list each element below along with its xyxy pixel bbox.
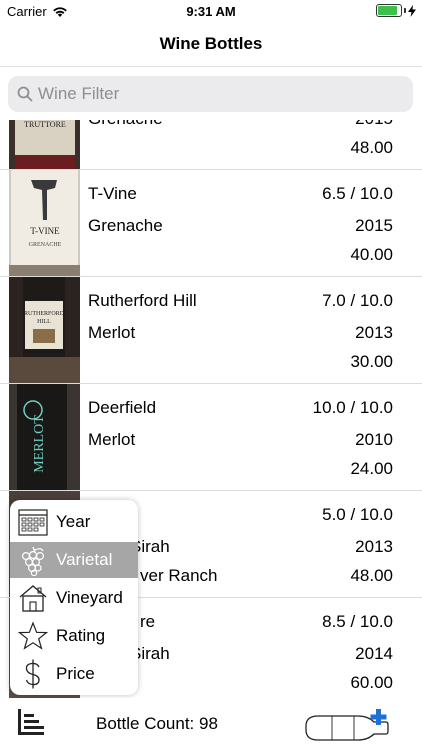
wine-price: 48.00 xyxy=(350,138,393,157)
svg-text:TRUTTORE: TRUTTORE xyxy=(24,120,66,129)
sort-option-price[interactable]: Price xyxy=(10,656,138,692)
sort-icon xyxy=(18,709,44,735)
wine-year: 2013 xyxy=(355,323,393,342)
svg-text:RUTHERFORD: RUTHERFORD xyxy=(24,311,65,317)
wine-rating: 10.0 / 10.0 xyxy=(312,398,393,417)
sort-option-label: Varietal xyxy=(56,550,113,569)
status-time: 9:31 AM xyxy=(186,4,236,19)
status-bar: Carrier 9:31 AM xyxy=(0,0,422,22)
wine-row[interactable]: MERLOT Deerfield 10.0 / 10.0 Merlot 2010… xyxy=(0,384,422,491)
wine-price: 24.00 xyxy=(350,459,393,478)
sort-option-label: Vineyard xyxy=(56,588,123,607)
wine-year: 2015 xyxy=(355,120,393,129)
svg-text:MERLOT: MERLOT xyxy=(32,415,47,473)
sort-option-vineyard[interactable]: Vineyard xyxy=(10,580,138,616)
sort-option-label: Year xyxy=(56,512,91,531)
status-right xyxy=(376,4,416,17)
battery-level xyxy=(378,6,397,15)
bottle-count: Bottle Count: 98 xyxy=(96,714,218,733)
wine-price: 30.00 xyxy=(350,352,393,371)
svg-text:T-VINE: T-VINE xyxy=(30,226,60,236)
calendar-icon xyxy=(14,504,52,540)
wine-price: 60.00 xyxy=(350,673,393,692)
wine-rating: 5.0 / 10.0 xyxy=(322,505,393,524)
wine-name: Rutherford Hill xyxy=(88,291,197,310)
wine-name: re xyxy=(140,612,156,631)
sort-option-label: Price xyxy=(56,664,95,683)
wine-row[interactable]: T-VINE GRENACHE T-Vine 6.5 / 10.0 Grenac… xyxy=(0,170,422,277)
wine-bottle-photo: T-VINE GRENACHE xyxy=(9,170,80,276)
grapes-icon xyxy=(14,542,52,578)
add-bottle-button[interactable] xyxy=(302,704,406,744)
wine-price: 48.00 xyxy=(350,566,393,585)
wine-bottle-photo: RUTHERFORD HILL xyxy=(9,277,80,383)
search-input[interactable] xyxy=(38,76,408,112)
wine-row[interactable]: TRUTTORE Grenache 2015 48.00 xyxy=(0,120,422,170)
sort-option-rating[interactable]: Rating xyxy=(10,618,138,654)
sort-option-varietal[interactable]: Varietal xyxy=(10,542,138,578)
wine-year: 2014 xyxy=(355,644,393,663)
battery-tip xyxy=(404,8,406,13)
wine-row[interactable]: RUTHERFORD HILL Rutherford Hill 7.0 / 10… xyxy=(0,277,422,384)
house-icon xyxy=(14,580,52,616)
wine-varietal: Grenache xyxy=(88,216,163,235)
wine-year: 2010 xyxy=(355,430,393,449)
wine-year: 2013 xyxy=(355,537,393,556)
sort-option-label: Rating xyxy=(56,626,106,645)
wine-rating: 7.0 / 10.0 xyxy=(322,291,393,310)
sort-button[interactable] xyxy=(16,706,48,738)
wine-rating: 6.5 / 10.0 xyxy=(322,184,393,203)
wine-vineyard: ver Ranch xyxy=(140,566,218,585)
sort-menu: Year Varietal Vineyard Rating Price xyxy=(10,500,138,695)
wine-year: 2015 xyxy=(355,216,393,235)
bottom-toolbar: Bottle Count: 98 xyxy=(0,698,422,750)
bottle-add-icon xyxy=(305,709,389,741)
wine-bottle-photo: MERLOT xyxy=(9,384,80,490)
battery-icon xyxy=(376,4,402,17)
wine-price: 40.00 xyxy=(350,245,393,264)
sort-option-year[interactable]: Year xyxy=(10,504,138,540)
nav-divider xyxy=(0,66,422,67)
svg-text:HILL: HILL xyxy=(37,319,51,325)
wine-bottle-photo: TRUTTORE xyxy=(9,120,80,169)
search-icon xyxy=(17,86,33,102)
wine-name: Deerfield xyxy=(88,398,157,417)
star-icon xyxy=(14,618,52,654)
wine-varietal: Grenache xyxy=(88,120,163,129)
wine-varietal: Merlot xyxy=(88,323,136,342)
svg-text:GRENACHE: GRENACHE xyxy=(29,242,62,248)
wine-name: T-Vine xyxy=(88,184,137,203)
dollar-icon xyxy=(14,656,52,692)
search-bar[interactable] xyxy=(8,76,413,112)
wine-varietal: Merlot xyxy=(88,430,136,449)
page-title: Wine Bottles xyxy=(159,34,263,53)
wine-rating: 8.5 / 10.0 xyxy=(322,612,393,631)
charging-icon xyxy=(408,4,416,17)
